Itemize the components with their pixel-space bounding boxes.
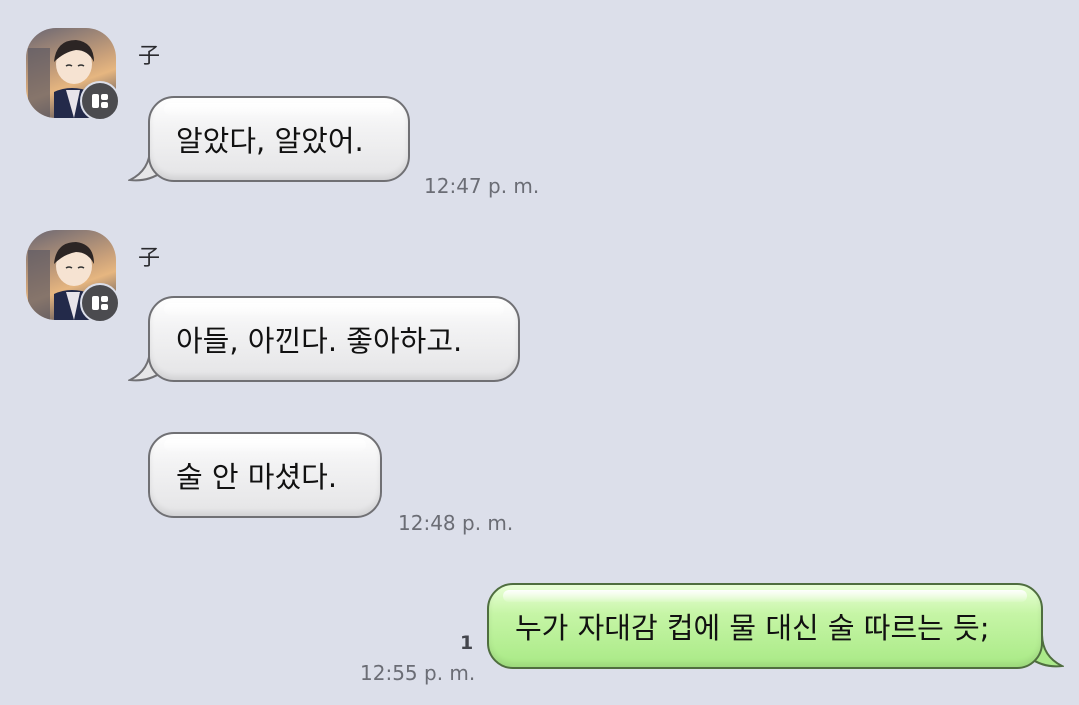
message-timestamp: 12:48 p. m. <box>398 511 514 535</box>
message-text: 아들, 아낀다. 좋아하고. <box>176 324 463 358</box>
message-bubble-outgoing[interactable]: 누가 자대감 컵에 물 대신 술 따르는 듯; <box>487 583 1043 669</box>
bubble-gloss <box>164 303 504 315</box>
message-text: 누가 자대감 컵에 물 대신 술 따르는 듯; <box>515 611 990 645</box>
message-timestamp: 12:47 p. m. <box>424 174 540 198</box>
message-timestamp: 12:55 p. m. <box>360 661 476 685</box>
profile-badge-icon <box>80 81 120 121</box>
bubble-gloss <box>164 103 394 115</box>
message-bubble-incoming[interactable]: 술 안 마셨다. <box>148 432 382 518</box>
bubble-gloss <box>503 590 1027 602</box>
message-text: 알았다, 알았어. <box>176 124 364 158</box>
contact-name: 子 <box>138 44 161 69</box>
chat-view: 子 알았다, 알았어. 12:47 p. m. 子 아들, 아낀다. 좋아하고.… <box>0 0 1079 705</box>
message-bubble-incoming[interactable]: 알았다, 알았어. <box>148 96 410 182</box>
bubble-gloss <box>164 439 366 451</box>
message-bubble-incoming[interactable]: 아들, 아낀다. 좋아하고. <box>148 296 520 382</box>
contact-name: 子 <box>138 246 161 271</box>
message-text: 술 안 마셨다. <box>176 460 338 494</box>
unread-count: 1 <box>460 632 474 654</box>
profile-badge-icon <box>80 283 120 323</box>
